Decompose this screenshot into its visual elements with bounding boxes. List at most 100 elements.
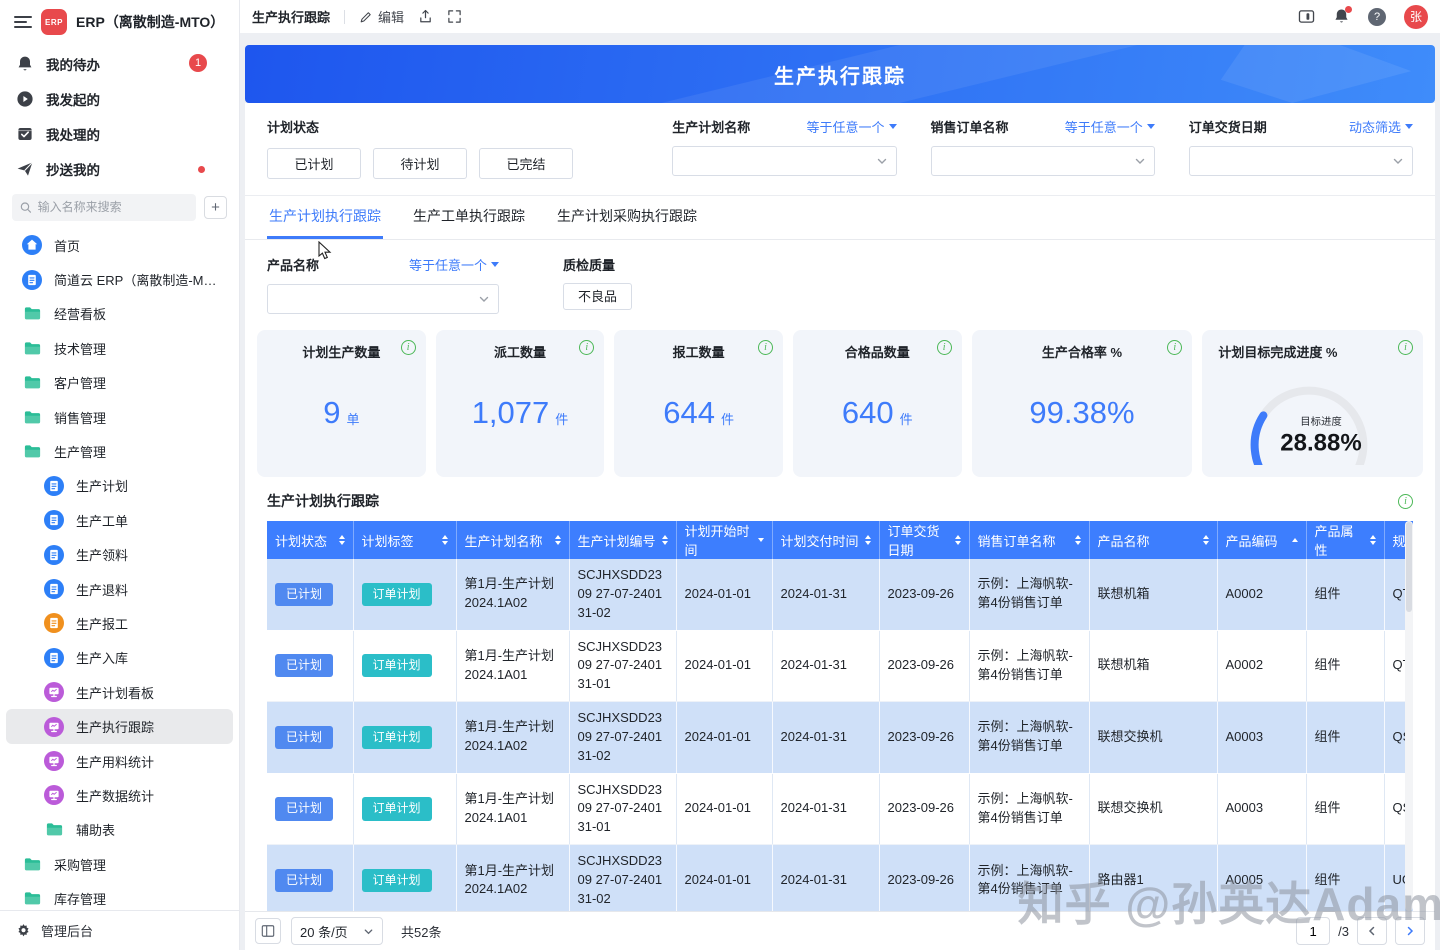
sidebar-item[interactable]: 生产执行跟踪 [6,709,233,743]
filter-operator-dropdown[interactable]: 等于任意一个 [409,255,499,274]
sidebar-item[interactable]: 生产数据统计 [6,778,233,812]
sidebar-item[interactable]: 销售管理 [6,400,233,434]
sidebar-item[interactable]: 辅助表 [6,813,233,847]
sidebar-item[interactable]: 生产管理 [6,434,233,468]
panel-toggle-button[interactable] [1298,9,1315,24]
prev-page-button[interactable] [1357,917,1387,945]
export-icon [418,9,433,24]
search-box[interactable] [12,194,196,221]
sidebar: ERP ERP（离散制造-MTO） 我的待办 1 我发起的 我处理的 抄送我的 [0,0,240,950]
sidebar-item[interactable]: 生产领料 [6,538,233,572]
table-cell: 2023-09-26 [879,559,969,630]
fullscreen-button[interactable] [447,9,462,24]
quick-menu: 我的待办 1 我发起的 我处理的 抄送我的 [0,44,239,188]
column-header[interactable]: 生产计划名称 [456,521,569,559]
dashboard-icon [44,717,64,737]
sidebar-item[interactable]: 生产退料 [6,572,233,606]
info-icon[interactable]: i [937,340,952,355]
sidebar-item[interactable]: 生产计划看板 [6,675,233,709]
table-row[interactable]: 已计划订单计划第1月-生产计划 2024.1A02SCJHXSDD2309 27… [267,845,1413,911]
info-icon[interactable]: i [758,340,773,355]
plan-name-select[interactable] [672,146,896,176]
sidebar-item[interactable]: 采购管理 [6,847,233,881]
column-header[interactable]: 产品名称 [1089,521,1217,559]
column-header[interactable]: 计划交付时间 [772,521,879,559]
column-header[interactable]: 销售订单名称 [969,521,1089,559]
status-filter-pending[interactable]: 待计划 [373,148,467,179]
sales-order-select[interactable] [931,146,1155,176]
column-header[interactable]: 计划开始时间 [676,521,772,559]
sidebar-item[interactable]: 首页 [6,228,233,262]
doc-icon [44,613,64,633]
sidebar-item[interactable]: 库存管理 [6,881,233,910]
folder-icon [22,407,42,427]
filter-operator-dropdown[interactable]: 等于任意一个 [1065,117,1155,136]
user-avatar[interactable]: 张 [1404,5,1428,29]
info-icon[interactable]: i [1398,494,1413,509]
column-header[interactable]: 生产计划编号 [569,521,676,559]
quick-item-label: 抄送我的 [46,159,100,179]
product-name-select[interactable] [267,284,499,314]
next-page-button[interactable] [1395,917,1425,945]
sidebar-item-todo[interactable]: 我的待办 1 [0,46,239,81]
add-button[interactable]: + [204,196,227,219]
sidebar-item[interactable]: 技术管理 [6,331,233,365]
delivery-date-select[interactable] [1189,146,1413,176]
column-header[interactable]: 计划状态 [267,521,353,559]
sidebar-item-label: 辅助表 [76,820,115,839]
sidebar-item-label: 生产报工 [76,614,128,633]
table-scrollbar[interactable] [1405,521,1413,911]
sidebar-item[interactable]: 生产报工 [6,606,233,640]
help-icon[interactable]: ? [1368,8,1386,26]
info-icon[interactable]: i [1167,340,1182,355]
info-icon[interactable]: i [401,340,416,355]
plan-tracking-table: 计划状态计划标签生产计划名称生产计划编号计划开始时间计划交付时间订单交货日期销售… [267,521,1413,911]
sidebar-item-processed[interactable]: 我处理的 [0,116,239,151]
sort-icon [555,535,561,545]
sidebar-item-initiated[interactable]: 我发起的 [0,81,239,116]
sidebar-footer[interactable]: 管理后台 [0,910,239,950]
qc-defective-button[interactable]: 不良品 [563,283,632,310]
stat-card: 计划生产数量i9单 [257,330,426,477]
edit-button[interactable]: 编辑 [359,7,404,26]
sidebar-item-cc[interactable]: 抄送我的 [0,151,239,186]
tab-workorder-tracking[interactable]: 生产工单执行跟踪 [411,196,527,239]
table-row[interactable]: 已计划订单计划第1月-生产计划 2024.1A01SCJHXSDD2309 27… [267,773,1413,845]
tab-bar: 生产计划执行跟踪 生产工单执行跟踪 生产计划采购执行跟踪 [245,196,1435,240]
search-input[interactable] [38,200,188,214]
status-filter-planned[interactable]: 已计划 [267,148,361,179]
sidebar-item[interactable]: 简道云 ERP（离散制造-MTO）… [6,262,233,296]
sidebar-item[interactable]: 经营看板 [6,297,233,331]
chevron-down-icon [889,124,897,129]
filter-operator-dropdown[interactable]: 等于任意一个 [807,117,897,136]
sidebar-item[interactable]: 客户管理 [6,366,233,400]
info-icon[interactable]: i [579,340,594,355]
column-header[interactable]: 订单交货日期 [879,521,969,559]
column-header[interactable]: 计划标签 [353,521,456,559]
sidebar-item[interactable]: 生产用料统计 [6,744,233,778]
table-row[interactable]: 已计划订单计划第1月-生产计划 2024.1A01SCJHXSDD2309 27… [267,630,1413,702]
table-row[interactable]: 已计划订单计划第1月-生产计划 2024.1A02SCJHXSDD2309 27… [267,559,1413,630]
column-header[interactable]: 产品编码 [1217,521,1306,559]
export-button[interactable] [418,9,433,24]
table-row[interactable]: 已计划订单计划第1月-生产计划 2024.1A02SCJHXSDD2309 27… [267,702,1413,774]
page-size-select[interactable]: 20 条/页 [291,917,383,945]
notification-button[interactable] [1333,8,1350,25]
tag-badge: 订单计划 [362,797,432,820]
table-cell: 2024-01-01 [676,773,772,845]
tab-purchase-tracking[interactable]: 生产计划采购执行跟踪 [555,196,699,239]
table-cell: 2023-09-26 [879,845,969,911]
sidebar-item[interactable]: 生产工单 [6,503,233,537]
sidebar-item[interactable]: 生产入库 [6,641,233,675]
column-settings-button[interactable] [255,918,281,944]
tab-plan-tracking[interactable]: 生产计划执行跟踪 [267,196,383,239]
quick-item-label: 我发起的 [46,89,100,109]
info-icon[interactable]: i [1398,340,1413,355]
sort-icon [339,535,345,545]
sidebar-item[interactable]: 生产计划 [6,469,233,503]
status-filter-closed[interactable]: 已完结 [479,148,573,179]
filter-operator-dropdown[interactable]: 动态筛选 [1349,117,1413,136]
column-header[interactable]: 产品属性 [1306,521,1384,559]
menu-toggle-icon[interactable] [14,16,32,28]
page-number-input[interactable] [1296,917,1330,945]
